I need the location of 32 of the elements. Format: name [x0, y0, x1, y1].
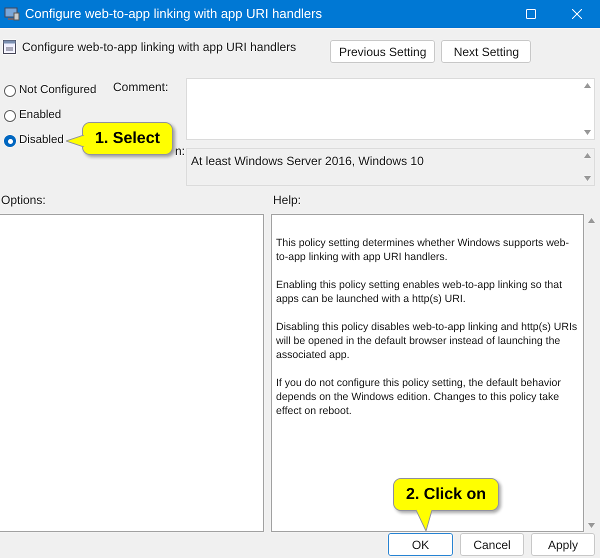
- callout-pointer: [416, 509, 432, 532]
- scroll-up-icon[interactable]: [588, 218, 594, 223]
- dialog-button[interactable]: Cancel: [460, 533, 524, 556]
- dialog-button[interactable]: OK: [388, 533, 453, 556]
- window-title: Configure web-to-app linking with app URI handlers: [25, 5, 322, 24]
- scroll-up-icon[interactable]: [584, 153, 590, 158]
- supported-on-label: n:: [174, 143, 186, 160]
- navigation-button[interactable]: Next Setting: [441, 40, 532, 63]
- close-icon: [572, 9, 582, 19]
- dialog-button[interactable]: Apply: [531, 533, 595, 556]
- state-radio[interactable]: Not Configured: [4, 82, 96, 100]
- help-paragraph: Enabling this policy setting enables web-to-app linking so that apps can be launched with a http(s) URI.: [276, 278, 564, 306]
- state-radio[interactable]: Enabled: [4, 107, 62, 125]
- callout-pointer: [66, 135, 85, 147]
- help-paragraph: If you do not configure this policy setting, the default behavior depends on the Windows edition. Changes to this policy take effect on reboot.: [276, 376, 562, 418]
- scroll-down-icon[interactable]: [584, 176, 590, 181]
- scroll-down-icon[interactable]: [584, 130, 590, 135]
- help-label: Help:: [273, 192, 302, 209]
- scroll-up-icon[interactable]: [584, 83, 590, 88]
- comment-field[interactable]: [186, 78, 595, 140]
- help-paragraph: This policy setting determines whether Windows supports web-to-app linking with app URI handlers.: [276, 236, 570, 264]
- policy-icon: [3, 40, 16, 54]
- comment-label: Comment:: [112, 79, 170, 96]
- navigation-button[interactable]: Previous Setting: [330, 40, 436, 63]
- scroll-down-icon[interactable]: [588, 523, 594, 528]
- supported-on-value: At least Windows Server 2016, Windows 10: [190, 153, 425, 165]
- maximize-icon: [526, 9, 536, 19]
- options-label: Options:: [0, 192, 47, 209]
- computer-icon: [4, 6, 20, 22]
- state-radio[interactable]: Disabled: [4, 132, 64, 150]
- help-paragraph: Disabling this policy disables web-to-app linking and http(s) URIs will be opened in the default browser instead of launching the associated app.: [276, 320, 578, 362]
- policy-name: Configure web-to-app linking with app URI handlers: [22, 39, 298, 56]
